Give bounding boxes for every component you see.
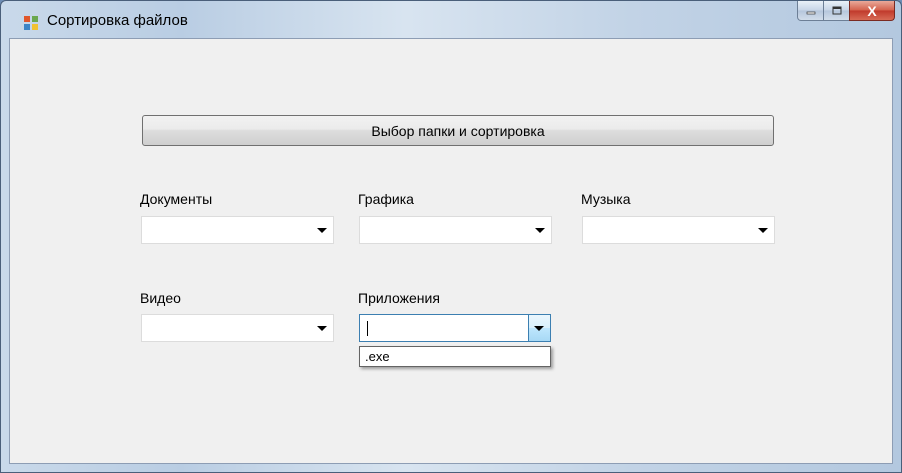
maximize-icon [832, 6, 841, 14]
close-icon: X [867, 2, 877, 19]
documents-label: Документы [140, 191, 213, 207]
chevron-down-icon [535, 228, 545, 233]
music-label: Музыка [581, 191, 631, 207]
chevron-down-icon [317, 228, 327, 233]
applications-dropdown-list: .exe [359, 346, 551, 367]
chevron-down-icon [758, 228, 768, 233]
select-folder-sort-button[interactable]: Выбор папки и сортировка [142, 115, 774, 146]
minimize-icon [806, 11, 815, 14]
title-bar[interactable]: Сортировка файлов X [1, 1, 901, 37]
form-client-area: Выбор папки и сортировка Документы Графи… [9, 38, 893, 464]
window-title: Сортировка файлов [47, 12, 188, 29]
windows-form-icon [24, 16, 38, 30]
text-caret [367, 321, 368, 336]
music-combobox[interactable] [582, 216, 775, 244]
graphics-combobox[interactable] [359, 216, 552, 244]
video-label: Видео [140, 290, 181, 306]
close-button[interactable]: X [849, 1, 895, 21]
caption-buttons: X [797, 1, 895, 22]
chevron-down-icon [317, 326, 327, 331]
video-combobox[interactable] [141, 314, 334, 342]
documents-combobox[interactable] [141, 216, 334, 244]
app-window: Сортировка файлов X Выбор папки и сортир… [0, 0, 902, 473]
applications-dropdown-button[interactable] [528, 315, 550, 341]
applications-label: Приложения [358, 290, 440, 306]
dropdown-option-exe[interactable]: .exe [365, 349, 390, 364]
applications-combobox[interactable] [359, 314, 551, 342]
minimize-button[interactable] [797, 1, 824, 21]
chevron-down-icon [534, 326, 544, 331]
maximize-button[interactable] [823, 1, 850, 21]
graphics-label: Графика [358, 191, 414, 207]
